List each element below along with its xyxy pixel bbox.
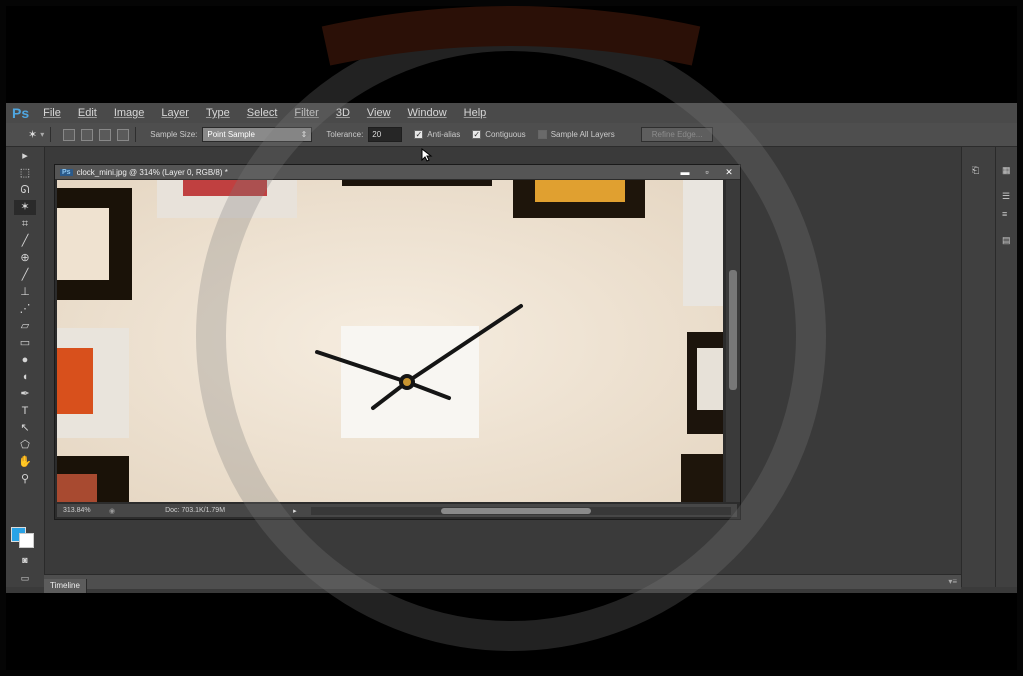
- ps-logo: Ps: [12, 105, 30, 121]
- background-color-swatch[interactable]: [19, 533, 34, 548]
- adjustments-panel-icon[interactable]: ☰: [1002, 191, 1010, 202]
- right-panel-dock: ⎗ ▦ ☰ ≡ ▤: [961, 147, 1017, 587]
- options-bar: ✶ ▾ Sample Size: Point Sample ⇕ Tolerance…: [6, 123, 1017, 147]
- zoom-tool-icon[interactable]: ⚲: [14, 472, 36, 487]
- status-menu-arrow-icon[interactable]: ▸: [293, 507, 297, 515]
- layers-panel-icon[interactable]: ▤: [1002, 235, 1011, 246]
- gradient-tool-icon[interactable]: ▭: [14, 336, 36, 351]
- subtract-from-selection-icon[interactable]: [99, 128, 112, 141]
- anti-alias-checkbox[interactable]: ✓: [414, 130, 424, 139]
- healing-brush-tool-icon[interactable]: ⊕: [14, 251, 36, 266]
- menu-edit[interactable]: Edit: [78, 107, 97, 119]
- doc-size-info: Doc: 703.1K/1.79M: [165, 507, 226, 514]
- timeline-tab[interactable]: Timeline: [44, 579, 87, 593]
- menu-select[interactable]: Select: [247, 107, 278, 119]
- maximize-icon[interactable]: ▫: [696, 166, 718, 178]
- sample-all-layers-label: Sample All Layers: [550, 130, 615, 139]
- magic-wand-tool-icon[interactable]: ✶: [14, 200, 36, 215]
- close-icon[interactable]: ✕: [718, 166, 740, 178]
- select-arrows-icon: ⇕: [300, 130, 308, 139]
- sample-size-label: Sample Size:: [150, 130, 198, 139]
- contiguous-checkbox[interactable]: ✓: [472, 130, 482, 139]
- dodge-tool-icon[interactable]: ◖: [14, 370, 36, 385]
- menu-image[interactable]: Image: [114, 107, 145, 119]
- document-tab[interactable]: Ps clock_mini.jpg @ 314% (Layer 0, RGB/8…: [55, 165, 740, 179]
- move-tool-icon[interactable]: ▸: [14, 149, 36, 164]
- divider: [50, 127, 52, 142]
- divider: [135, 127, 137, 142]
- timeline-panel: Timeline ▾≡: [44, 574, 961, 593]
- horizontal-scrollbar[interactable]: [310, 506, 731, 515]
- sample-size-value: Point Sample: [207, 130, 255, 139]
- styles-panel-icon[interactable]: ≡: [1002, 209, 1007, 219]
- tolerance-input[interactable]: 20: [368, 127, 403, 142]
- minimize-icon[interactable]: ▬: [674, 166, 696, 178]
- menu-view[interactable]: View: [367, 107, 391, 119]
- contiguous-label: Contiguous: [485, 130, 526, 139]
- menu-help[interactable]: Help: [464, 107, 487, 119]
- intersect-selection-icon[interactable]: [117, 128, 130, 141]
- document-window: Ps clock_mini.jpg @ 314% (Layer 0, RGB/8…: [54, 164, 741, 520]
- sample-all-layers-checkbox[interactable]: [537, 130, 547, 139]
- mouse-cursor-icon: [421, 148, 433, 162]
- document-title: clock_mini.jpg @ 314% (Layer 0, RGB/8) *: [76, 167, 228, 177]
- window-controls: ▬ ▫ ✕: [674, 166, 740, 178]
- anti-alias-label: Anti-alias: [427, 130, 461, 139]
- marquee-tool-icon[interactable]: ⬚: [14, 166, 36, 181]
- menu-layer[interactable]: Layer: [161, 107, 189, 119]
- brush-tool-icon[interactable]: ╱: [14, 268, 36, 283]
- video-frame: Ps File Edit Image Layer Type Select Fil…: [6, 6, 1017, 670]
- ps-document-icon: Ps: [60, 168, 73, 176]
- menu-bar: Ps File Edit Image Layer Type Select Fil…: [6, 103, 1017, 123]
- clock-photo: [57, 180, 723, 502]
- image-canvas[interactable]: [57, 180, 723, 502]
- vertical-scroll-thumb[interactable]: [729, 270, 737, 390]
- eraser-tool-icon[interactable]: ▱: [14, 319, 36, 334]
- vertical-scrollbar[interactable]: [726, 180, 740, 502]
- status-options-icon[interactable]: ◉: [109, 507, 115, 515]
- path-selection-tool-icon[interactable]: ↖: [14, 421, 36, 436]
- history-panel-icon[interactable]: ⎗: [972, 165, 979, 176]
- sample-size-select[interactable]: Point Sample ⇕: [202, 127, 313, 142]
- menu-window[interactable]: Window: [408, 107, 447, 119]
- tool-list: ▸ ⬚ ᘏ ✶ ⌗ ╱ ⊕ ╱ ⊥ ⋰ ▱ ▭ ● ◖ ✒ T ↖ ⬠ ✋ ⚲: [6, 149, 44, 487]
- add-to-selection-icon[interactable]: [81, 128, 94, 141]
- pen-tool-icon[interactable]: ✒: [14, 387, 36, 402]
- menu-file[interactable]: File: [43, 107, 61, 119]
- dock-divider: [995, 147, 996, 587]
- history-brush-tool-icon[interactable]: ⋰: [14, 302, 36, 317]
- magic-wand-preset-icon[interactable]: ✶: [28, 128, 37, 141]
- blur-tool-icon[interactable]: ●: [14, 353, 36, 368]
- menu-3d[interactable]: 3D: [336, 107, 350, 119]
- menu-type[interactable]: Type: [206, 107, 230, 119]
- crop-tool-icon[interactable]: ⌗: [14, 217, 36, 232]
- quick-mask-icon[interactable]: ◙: [14, 553, 36, 568]
- menu-filter[interactable]: Filter: [294, 107, 318, 119]
- zoom-level[interactable]: 313.84%: [63, 507, 109, 514]
- lasso-tool-icon[interactable]: ᘏ: [14, 183, 36, 198]
- tools-panel: ▸ ⬚ ᘏ ✶ ⌗ ╱ ⊕ ╱ ⊥ ⋰ ▱ ▭ ● ◖ ✒ T ↖ ⬠ ✋ ⚲ ◙ ▭: [6, 147, 45, 587]
- eyedropper-tool-icon[interactable]: ╱: [14, 234, 36, 249]
- refine-edge-button[interactable]: Refine Edge...: [640, 127, 714, 142]
- chevron-down-icon[interactable]: ▾: [40, 130, 44, 139]
- clone-stamp-tool-icon[interactable]: ⊥: [14, 285, 36, 300]
- type-tool-icon[interactable]: T: [14, 404, 36, 419]
- horizontal-scroll-thumb[interactable]: [440, 507, 591, 514]
- status-bar: 313.84% ◉ Doc: 703.1K/1.79M ▸: [57, 504, 737, 517]
- panel-menu-icon[interactable]: ▾≡: [948, 577, 957, 586]
- new-selection-icon[interactable]: [63, 128, 76, 141]
- screen-mode-icon[interactable]: ▭: [14, 571, 36, 586]
- color-panel-icon[interactable]: ▦: [1002, 165, 1011, 176]
- tolerance-label: Tolerance:: [326, 130, 364, 139]
- hand-tool-icon[interactable]: ✋: [14, 455, 36, 470]
- shape-tool-icon[interactable]: ⬠: [14, 438, 36, 453]
- photoshop-window: Ps File Edit Image Layer Type Select Fil…: [6, 103, 1017, 593]
